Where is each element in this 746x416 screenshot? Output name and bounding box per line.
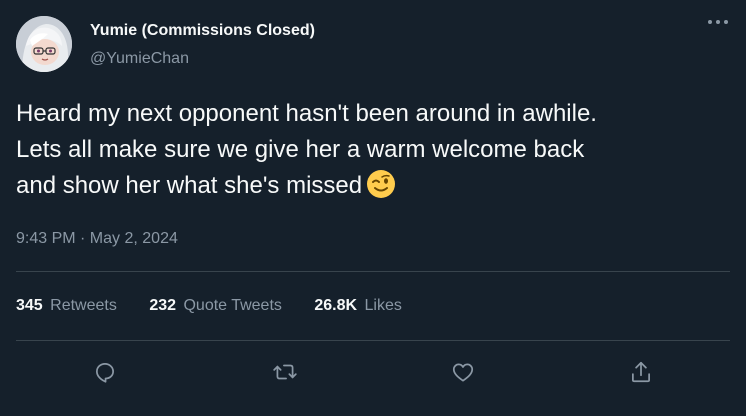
avatar-image xyxy=(16,16,72,72)
tweet-actions xyxy=(16,352,730,392)
winking-face-emoji-icon xyxy=(367,170,396,198)
more-options-button[interactable] xyxy=(704,12,732,32)
retweets-stat[interactable]: 345 Retweets xyxy=(16,297,117,315)
quote-tweets-label: Quote Tweets xyxy=(183,297,282,314)
retweet-icon xyxy=(273,364,297,380)
tweet-text-line: Heard my next opponent hasn't been aroun… xyxy=(16,100,597,127)
tweet-text: Heard my next opponent hasn't been aroun… xyxy=(16,96,732,204)
reply-button[interactable] xyxy=(87,354,123,390)
avatar[interactable] xyxy=(16,16,72,72)
divider xyxy=(16,271,730,272)
likes-count: 26.8K xyxy=(314,297,358,314)
more-horizontal-icon xyxy=(708,20,728,24)
tweet-text-line: and show her what she's missed xyxy=(16,168,732,204)
likes-stat[interactable]: 26.8K Likes xyxy=(314,297,402,315)
divider xyxy=(16,340,730,341)
author-name[interactable]: Yumie (Commissions Closed) xyxy=(90,22,315,40)
quote-tweets-count: 232 xyxy=(149,297,177,314)
retweets-label: Retweets xyxy=(50,297,117,314)
tweet-text-line: Lets all make sure we give her a warm we… xyxy=(16,136,585,163)
quote-tweets-stat[interactable]: 232 Quote Tweets xyxy=(149,297,282,315)
reply-icon xyxy=(96,363,114,383)
engagement-stats: 345 Retweets 232 Quote Tweets 26.8K Like… xyxy=(16,297,430,315)
share-icon xyxy=(632,361,650,383)
tweet-text-line-content: and show her what she's missed xyxy=(16,172,363,199)
like-icon xyxy=(452,363,474,382)
share-button[interactable] xyxy=(623,354,659,390)
like-button[interactable] xyxy=(445,354,481,390)
tweet-card: Yumie (Commissions Closed) @YumieChan He… xyxy=(0,0,746,416)
retweet-button[interactable] xyxy=(267,354,303,390)
retweets-count: 345 xyxy=(16,297,43,314)
tweet-timestamp[interactable]: 9:43 PM · May 2, 2024 xyxy=(16,230,178,248)
likes-label: Likes xyxy=(364,297,402,314)
author-handle[interactable]: @YumieChan xyxy=(90,50,189,68)
